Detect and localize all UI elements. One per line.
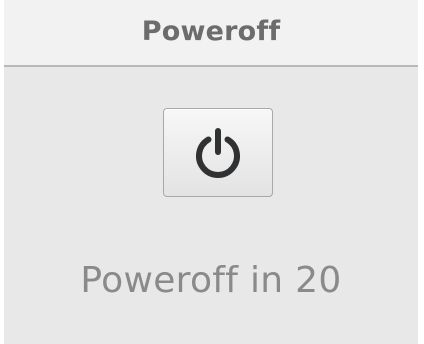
power-icon: [196, 127, 240, 178]
poweroff-countdown-text: Poweroff in 20: [80, 260, 342, 301]
poweroff-dialog: Poweroff Poweroff in 20: [4, 0, 418, 344]
dialog-titlebar: Poweroff: [4, 0, 418, 67]
dialog-title: Poweroff: [141, 16, 281, 47]
poweroff-button[interactable]: [163, 108, 273, 197]
